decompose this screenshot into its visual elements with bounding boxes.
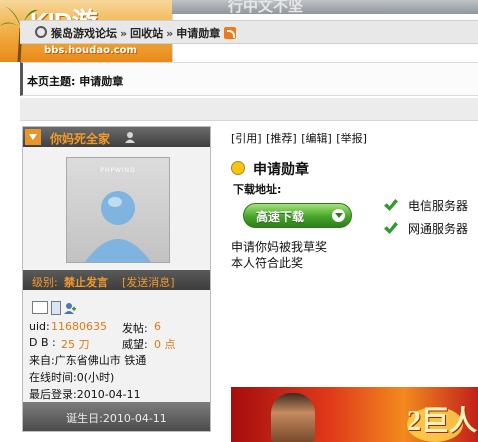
post-body-line: 本人符合此奖 [231,256,304,270]
report-link[interactable]: [举报] [336,132,367,145]
check-icon [384,222,398,234]
user-info-panel: 你妈死全家 PHPWIND 级别: 禁止发言 [发送消息] uid: 11680… [22,126,211,432]
breadcrumb: 猴岛游戏论坛» 回收站» 申请勋章 [20,20,478,44]
db-label: D B : [29,336,56,349]
breadcrumb-separator: » [166,27,174,40]
last-login: 最后登录:2010-04-11 [29,388,141,401]
avatar-silhouette-icon [85,191,151,262]
user-tools [32,297,79,316]
server-link-netcom[interactable]: 网通服务器 [384,220,468,237]
quote-link[interactable]: [引用] [231,132,262,145]
breadcrumb-item-forum[interactable]: 猴岛游戏论坛 [51,27,117,40]
post-title-text: 申请勋章 [253,162,309,178]
breadcrumb-item-current[interactable]: 申请勋章 [176,27,220,40]
check-icon [384,199,398,211]
prestige-label: 威望: [122,338,148,351]
recommend-link[interactable]: [推荐] [266,132,297,145]
username-bar: 你妈死全家 [23,127,210,147]
server-link-telecom[interactable]: 电信服务器 [384,197,468,214]
document-icon[interactable] [51,300,61,315]
db-value: 25 刀 [61,338,90,351]
post-actions: [引用] [推荐] [编辑] [举报] [231,130,368,146]
download-arrow-icon [332,209,345,222]
ad-banner[interactable]: 2巨人 [231,387,478,442]
top-banner[interactable]: 行中文不坚 [172,0,478,15]
search-icon [35,26,47,38]
online-time: 在线时间:0(小时) [29,371,115,384]
toolbar-strip [20,98,478,121]
collapse-arrow-icon[interactable] [25,129,41,145]
server-label: 网通服务器 [408,222,469,236]
banner-text: 行中文不坚 [228,0,304,15]
level-value: 禁止发言 [64,276,108,289]
ad-text: 2巨人 [407,406,478,437]
posts-value: 6 [154,320,161,333]
logo-url: bbs.houdao.com [44,45,137,56]
topic-header: 本页主题: 申请勋章 [20,62,478,96]
avatar[interactable]: PHPWIND [66,157,170,263]
page-topic-title: 本页主题: 申请勋章 [27,75,124,88]
level-label: 级别: [32,276,58,289]
breadcrumb-separator: » [120,27,128,40]
register-date: 诞生日:2010-04-11 [66,412,167,425]
uid-label: uid: [29,320,50,333]
username[interactable]: 你妈死全家 [50,130,110,147]
smiley-icon [231,161,245,175]
location: 来自:广东省佛山市 铁通 [29,354,147,367]
ad-character-image [271,393,315,442]
download-button[interactable]: 高速下载 [243,203,352,228]
rss-icon[interactable] [224,27,237,39]
user-icon [125,132,135,143]
post-body: 申请你妈被我草奖 本人符合此奖 [231,239,327,271]
level-bar: 级别: 禁止发言 [发送消息] [23,270,210,290]
uid-value: 11680635 [51,320,107,333]
posts-label: 发帖: [122,322,148,335]
server-label: 电信服务器 [408,199,469,213]
register-date-bar: 诞生日:2010-04-11 [23,402,210,431]
prestige-value: 0 点 [154,338,176,351]
breadcrumb-item-recycle[interactable]: 回收站 [130,27,163,40]
post-body-line: 申请你妈被我草奖 [231,240,328,254]
add-friend-icon[interactable] [64,302,76,314]
edit-link[interactable]: [编辑] [301,132,332,145]
send-message-link[interactable]: [发送消息] [122,274,175,290]
profile-card-icon[interactable] [32,301,48,314]
download-label: 下载地址: [233,183,282,196]
download-button-label: 高速下载 [256,210,305,224]
